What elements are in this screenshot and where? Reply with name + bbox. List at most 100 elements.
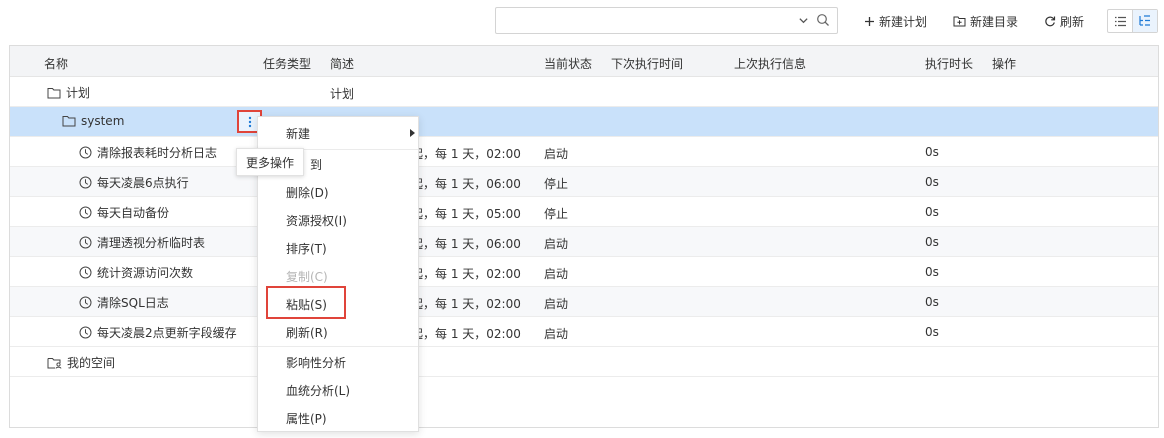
table-row[interactable]: 统计资源访问次数 起，每 1 天，02:00 启动 0s [10,257,1158,287]
search-icon[interactable] [816,13,830,27]
new-folder-label: 新建目录 [970,14,1019,29]
menu-item-refresh[interactable]: 刷新(R) [258,318,418,346]
chevron-down-icon[interactable] [798,15,809,26]
header-task-type[interactable]: 任务类型 [263,55,311,72]
row-description: 计划 [330,87,355,101]
header-next-run[interactable]: 下次执行时间 [611,55,683,72]
more-vertical-icon [248,116,251,127]
menu-item-impact-analysis[interactable]: 影响性分析 [258,348,418,376]
tooltip-label: 更多操作 [245,155,294,170]
menu-item-lineage-analysis[interactable]: 血统分析(L) [258,376,418,404]
search-input[interactable] [502,12,782,30]
row-name: 每天自动备份 [79,204,169,221]
menu-divider [258,346,418,347]
row-name: 清除报表耗时分析日志 [79,144,217,161]
table-row-selected[interactable]: system [10,107,1158,137]
row-duration: 0s [925,145,939,159]
row-status: 停止 [544,207,569,221]
row-duration: 0s [925,175,939,189]
search-box[interactable] [495,7,838,34]
table-row[interactable]: 每天凌晨6点执行 起，每 1 天，06:00 停止 0s [10,167,1158,197]
row-name: 清除SQL日志 [79,294,169,311]
table-row[interactable]: 清除报表耗时分析日志 起，每 1 天，02:00 启动 0s [10,137,1158,167]
clock-icon [79,326,92,339]
header-duration[interactable]: 执行时长 [925,55,973,72]
row-name-label: 每天凌晨2点更新字段缓存 [97,326,237,340]
row-name-label: 每天自动备份 [97,206,170,220]
row-name-label: 清除报表耗时分析日志 [97,146,218,160]
row-name-label: 清除SQL日志 [97,296,169,310]
view-toggle [1107,9,1158,33]
clock-icon [79,146,92,159]
new-plan-button[interactable]: 新建计划 [864,12,927,30]
row-name-label: 我的空间 [67,356,116,370]
list-view-button[interactable] [1108,10,1132,32]
new-folder-icon [953,16,966,27]
row-schedule: 起，每 1 天，06:00 [411,237,521,251]
menu-item-label: 血统分析(L) [286,383,351,398]
header-description[interactable]: 简述 [330,55,354,72]
menu-item-label: 影响性分析 [286,355,347,370]
list-icon [1114,16,1126,26]
refresh-button[interactable]: 刷新 [1044,12,1084,30]
menu-item-delete[interactable]: 删除(D) [258,178,418,206]
tree-icon [1139,15,1151,26]
row-status: 启动 [544,267,569,281]
table-header: 名称 任务类型 简述 当前状态 下次执行时间 上次执行信息 执行时长 操作 [10,46,1158,77]
header-actions: 操作 [992,57,1017,71]
row-name: 每天凌晨6点执行 [79,174,189,191]
menu-item-new[interactable]: 新建 [258,119,418,147]
tree-view-button[interactable] [1132,10,1157,32]
row-name-label: system [81,114,125,128]
header-name[interactable]: 名称 [44,55,68,72]
header-status[interactable]: 当前状态 [544,55,592,72]
row-schedule: 起，每 1 天，02:00 [411,267,521,281]
menu-item-label: 新建 [286,126,311,141]
user-folder-icon [47,357,62,369]
row-schedule: 起，每 1 天，02:00 [411,297,521,311]
table-row[interactable]: 清理透视分析临时表 起，每 1 天，06:00 启动 0s [10,227,1158,257]
menu-item-label: 刷新(R) [286,325,328,340]
row-duration: 0s [925,295,939,309]
row-status: 启动 [544,297,569,311]
refresh-label: 刷新 [1060,14,1085,29]
refresh-icon [1045,16,1056,27]
clock-icon [79,206,92,219]
row-duration: 0s [925,235,939,249]
table-row[interactable]: 清除SQL日志 起，每 1 天，02:00 启动 0s [10,287,1158,317]
folder-icon [62,116,76,127]
row-name-label: 每天凌晨6点执行 [97,176,189,190]
menu-item-label: 属性(P) [286,411,327,426]
table-row[interactable]: 每天凌晨2点更新字段缓存 起，每 1 天，02:00 启动 0s [10,317,1158,347]
new-plan-label: 新建计划 [879,14,928,29]
clock-icon [79,236,92,249]
row-status: 启动 [544,237,569,251]
table-row[interactable]: 计划 计划 [10,77,1158,107]
row-name-label: 统计资源访问次数 [97,266,194,280]
new-folder-button[interactable]: 新建目录 [953,12,1018,30]
plus-icon [865,16,874,26]
row-name-label: 计划 [66,86,91,100]
menu-item-copy: 复制(C) [258,262,418,290]
row-name-label: 清理透视分析临时表 [97,236,206,250]
task-table: 名称 任务类型 简述 当前状态 下次执行时间 上次执行信息 执行时长 操作 计划… [9,45,1159,428]
menu-item-sort[interactable]: 排序(T) [258,234,418,262]
header-last-run[interactable]: 上次执行信息 [734,55,806,72]
table-row[interactable]: 每天自动备份 起，每 1 天，05:00 停止 0s [10,197,1158,227]
row-status: 停止 [544,177,569,191]
menu-item-paste[interactable]: 粘贴(S) [258,290,418,318]
row-duration: 0s [925,325,939,339]
clock-icon [79,176,92,189]
menu-item-properties[interactable]: 属性(P) [258,404,418,432]
row-name: 每天凌晨2点更新字段缓存 [79,324,237,341]
row-status: 启动 [544,147,569,161]
row-name: 清理透视分析临时表 [79,234,205,251]
row-duration: 0s [925,265,939,279]
folder-icon [47,87,61,98]
table-row[interactable]: 我的空间 [10,347,1158,377]
menu-item-label: 粘贴(S) [286,297,327,312]
menu-item-label: 删除(D) [286,185,329,200]
more-actions-tooltip: 更多操作 [236,148,304,176]
row-schedule: 起，每 1 天，06:00 [411,177,521,191]
menu-item-authorize[interactable]: 资源授权(I) [258,206,418,234]
